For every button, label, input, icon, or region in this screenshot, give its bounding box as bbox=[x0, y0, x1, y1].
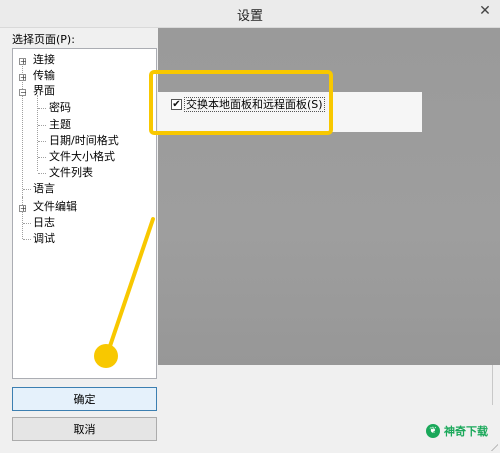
annotation-highlight-box bbox=[149, 70, 333, 135]
divider bbox=[492, 365, 493, 405]
select-page-label: 选择页面(P): bbox=[12, 33, 75, 46]
annotation-pointer bbox=[94, 217, 155, 368]
watermark: ❦ 神奇下载 bbox=[426, 423, 488, 439]
page-tree[interactable]: + 连接 + 传输 − 界面 密码 主题 日期/时间格式 文件大小格式 文件列表… bbox=[12, 48, 157, 379]
watermark-text: 神奇下载 bbox=[444, 425, 488, 438]
resize-grip[interactable] bbox=[490, 443, 498, 451]
cancel-button[interactable]: 取消 bbox=[12, 417, 157, 441]
leaf-icon: ❦ bbox=[426, 424, 440, 438]
close-button[interactable]: ✕ bbox=[470, 0, 500, 22]
window-title: 设置 bbox=[236, 9, 263, 24]
close-icon: ✕ bbox=[479, 3, 491, 19]
title-bar: 设置 ✕ bbox=[0, 0, 500, 28]
ok-button[interactable]: 确定 bbox=[12, 387, 157, 411]
